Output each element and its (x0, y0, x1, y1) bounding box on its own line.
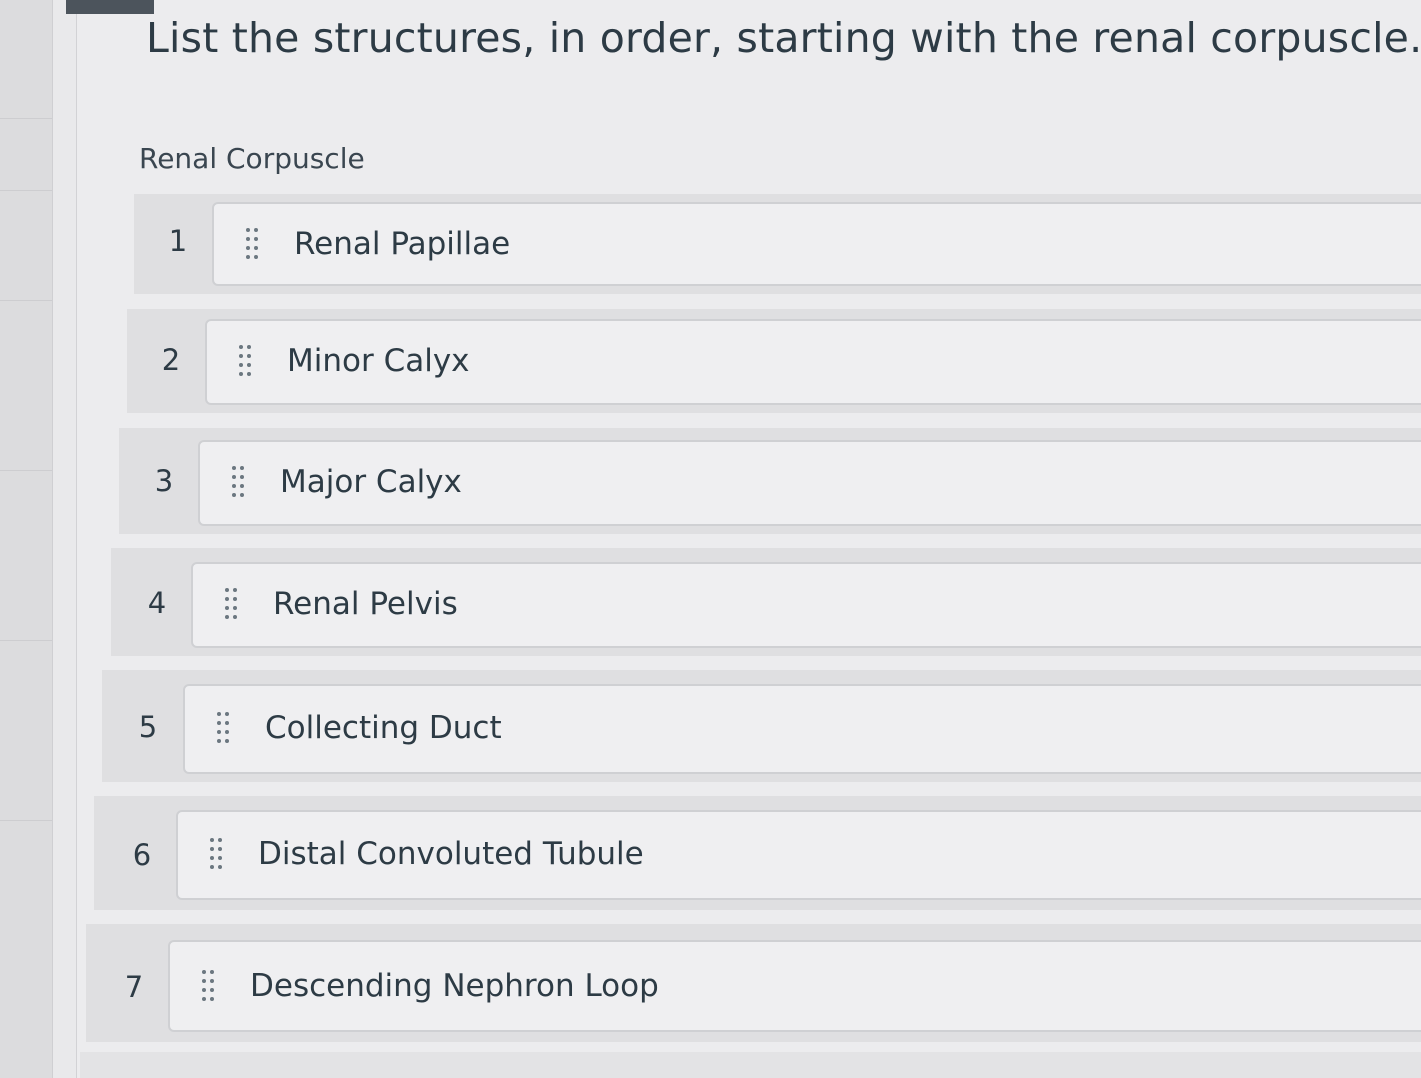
row-number: 7 (124, 970, 144, 1004)
row-number: 5 (138, 710, 158, 744)
ordering-row: 5 Collecting Duct (102, 670, 1421, 782)
row-number: 2 (161, 343, 181, 377)
drag-handle-icon[interactable] (215, 710, 235, 746)
ordering-row: 2 Minor Calyx (127, 309, 1421, 413)
draggable-item[interactable]: Renal Pelvis (191, 562, 1421, 648)
drag-handle-icon[interactable] (237, 343, 257, 379)
drag-handle-icon[interactable] (200, 968, 220, 1004)
item-label: Descending Nephron Loop (250, 968, 659, 1004)
drag-handle-icon[interactable] (244, 226, 264, 262)
header-tab (66, 0, 154, 14)
ordering-row: 3 Major Calyx (119, 428, 1421, 534)
draggable-item[interactable]: Distal Convoluted Tubule (176, 810, 1421, 900)
row-number: 3 (154, 464, 174, 498)
draggable-item[interactable]: Minor Calyx (205, 319, 1421, 405)
row-number: 4 (147, 586, 167, 620)
draggable-item[interactable]: Descending Nephron Loop (168, 940, 1421, 1032)
item-label: Collecting Duct (265, 710, 502, 746)
draggable-item[interactable]: Collecting Duct (183, 684, 1421, 774)
draggable-item[interactable]: Major Calyx (198, 440, 1421, 526)
item-label: Renal Pelvis (273, 586, 458, 622)
next-row-edge (80, 1052, 1421, 1078)
drag-handle-icon[interactable] (230, 464, 250, 500)
row-number: 1 (168, 224, 188, 258)
drag-handle-icon[interactable] (208, 836, 228, 872)
question-prompt: List the structures, in order, starting … (146, 14, 1421, 62)
ordering-row: 4 Renal Pelvis (111, 548, 1421, 656)
ordering-row: 6 Distal Convoluted Tubule (94, 796, 1421, 910)
drag-handle-icon[interactable] (223, 586, 243, 622)
item-label: Distal Convoluted Tubule (258, 836, 644, 872)
ordering-row: 7 Descending Nephron Loop (86, 924, 1421, 1042)
ordering-start-label: Renal Corpuscle (139, 142, 365, 175)
sidebar-edge (0, 0, 53, 1078)
row-number: 6 (132, 838, 152, 872)
draggable-item[interactable]: Renal Papillae (212, 202, 1421, 286)
item-label: Major Calyx (280, 464, 462, 500)
item-label: Renal Papillae (294, 226, 511, 262)
ordering-row: 1 Renal Papillae (134, 194, 1421, 294)
item-label: Minor Calyx (287, 343, 470, 379)
